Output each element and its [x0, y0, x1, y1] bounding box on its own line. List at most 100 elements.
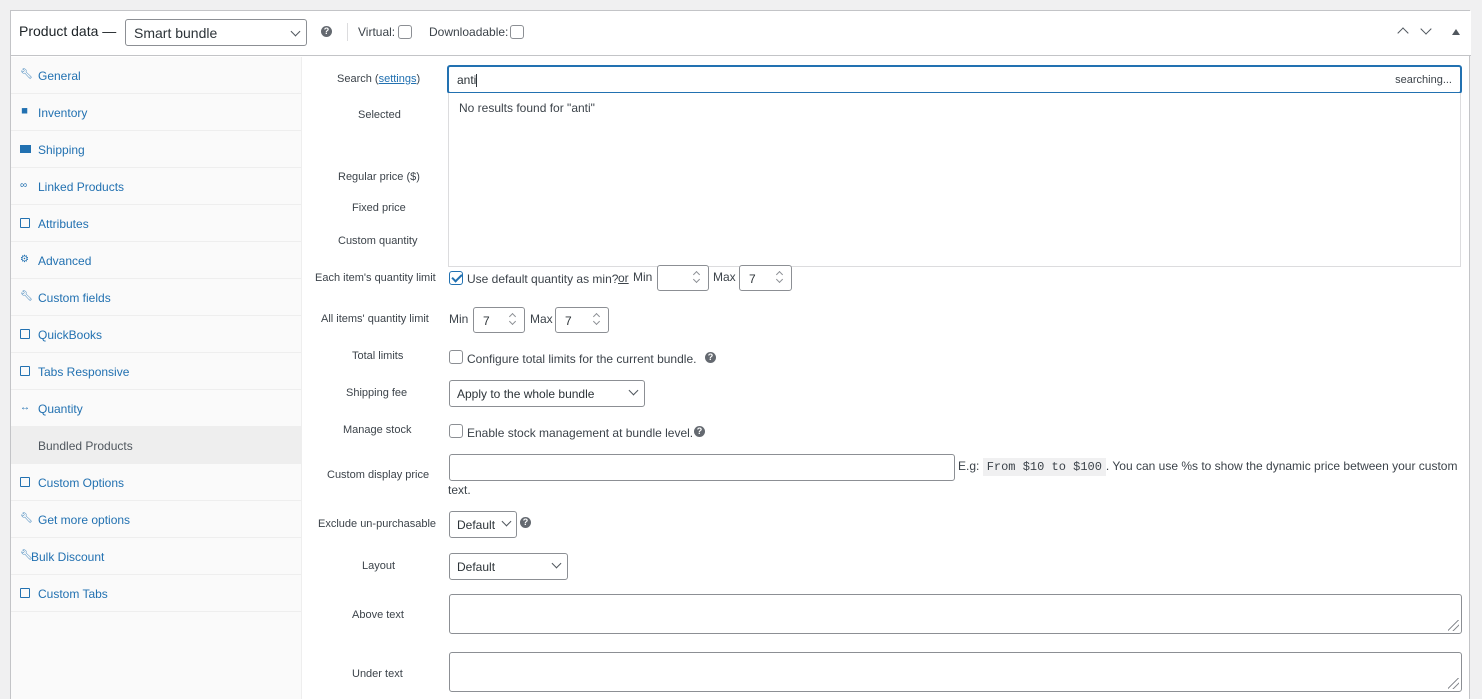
sidebar-item-bundled-products[interactable]: Bundled Products: [11, 427, 301, 464]
sidebar-item-label: QuickBooks: [38, 328, 103, 342]
selected-label: Selected: [358, 109, 401, 121]
total-limits-label: Total limits: [352, 350, 404, 362]
each-min-input[interactable]: [657, 265, 709, 291]
total-limits-checkbox[interactable]: [449, 350, 463, 364]
help-icon[interactable]: ?: [321, 26, 332, 37]
exclude-unpurchasable-label: Exclude un-purchasable: [318, 518, 437, 530]
list-icon: [20, 588, 30, 598]
max-label: Max: [713, 270, 736, 284]
settings-link[interactable]: settings: [379, 73, 417, 85]
search-value: anti: [457, 73, 477, 87]
sidebar-item-custom-fields[interactable]: 🔧︎ Custom fields: [11, 279, 301, 316]
each-max-input[interactable]: 7: [739, 265, 792, 291]
above-text-textarea[interactable]: [449, 594, 1462, 634]
tag-icon: ◆: [17, 104, 32, 118]
max-label: Max: [530, 312, 553, 326]
sidebar-item-label: Bundled Products: [38, 439, 133, 453]
downloadable-checkbox[interactable]: [510, 25, 524, 39]
or-link[interactable]: or: [618, 271, 629, 285]
sidebar-item-advanced[interactable]: ⚙ Advanced: [11, 242, 301, 279]
sidebar-item-label: Custom Options: [38, 476, 125, 490]
under-text-textarea[interactable]: [449, 652, 1462, 692]
sidebar-item-label: Custom fields: [38, 291, 111, 305]
resize-handle-icon[interactable]: [1448, 620, 1459, 631]
sidebar-item-label: Custom Tabs: [38, 587, 108, 601]
example-text-cont: text.: [448, 483, 471, 497]
help-icon[interactable]: ?: [520, 517, 531, 528]
sidebar-item-custom-tabs[interactable]: Custom Tabs: [11, 575, 301, 612]
sidebar-item-label: Linked Products: [38, 180, 125, 194]
custom-display-price-input[interactable]: [449, 454, 955, 481]
list-icon: [20, 366, 30, 376]
arrows-icon: ↔: [20, 402, 30, 413]
virtual-checkbox[interactable]: [398, 25, 412, 39]
sidebar-item-shipping[interactable]: Shipping: [11, 131, 301, 168]
sidebar-item-quantity[interactable]: ↔ Quantity: [11, 390, 301, 427]
book-icon: [20, 329, 30, 339]
virtual-label: Virtual:: [358, 25, 396, 39]
custom-display-price-label: Custom display price: [327, 469, 430, 481]
all-items-limit-label: All items' quantity limit: [321, 313, 429, 325]
gear-icon: ⚙: [20, 254, 29, 265]
move-up-icon[interactable]: [1397, 27, 1409, 39]
truck-icon: [20, 145, 31, 153]
wrench-icon: 🔧︎: [20, 513, 33, 524]
sidebar-item-attributes[interactable]: Attributes: [11, 205, 301, 242]
manage-stock-checkbox[interactable]: [449, 424, 463, 438]
manage-stock-text: Enable stock management at bundle level.: [467, 426, 694, 440]
min-label: Min: [449, 312, 469, 326]
custom-quantity-label: Custom quantity: [338, 235, 418, 247]
use-default-checkbox[interactable]: [449, 271, 463, 285]
sidebar-item-quickbooks[interactable]: QuickBooks: [11, 316, 301, 353]
chevron-down-icon: [290, 26, 301, 37]
sidebar-item-label: General: [38, 69, 81, 83]
wrench-icon: 🔧︎: [20, 69, 33, 80]
resize-handle-icon[interactable]: [1448, 678, 1459, 689]
all-max-input[interactable]: 7: [555, 307, 609, 333]
list-icon: [20, 477, 30, 487]
example-text: E.g: From $10 to $100. You can use %s to…: [958, 458, 1458, 476]
fixed-price-label: Fixed price: [352, 202, 406, 214]
sidebar-item-label: Quantity: [38, 402, 83, 416]
product-type-value: Smart bundle: [134, 25, 218, 41]
search-input[interactable]: anti searching...: [448, 66, 1461, 93]
product-data-panel: Product data — Smart bundle ? Virtual: D…: [10, 10, 1471, 699]
layout-label: Layout: [362, 560, 396, 572]
searching-status: searching...: [1395, 74, 1452, 86]
regular-price-label: Regular price ($): [338, 171, 420, 183]
chevron-down-icon: [628, 385, 639, 396]
under-text-label: Under text: [352, 668, 403, 680]
shipping-fee-select[interactable]: Apply to the whole bundle: [449, 380, 645, 407]
layout-select[interactable]: Default: [449, 553, 568, 580]
sidebar-item-label: Attributes: [38, 217, 89, 231]
stepper-icon[interactable]: [508, 313, 519, 326]
product-data-tabs: 🔧︎ General ◆ Inventory Shipping ∞ Linked…: [11, 57, 302, 699]
sidebar-item-general[interactable]: 🔧︎ General: [11, 57, 301, 94]
product-type-select[interactable]: Smart bundle: [125, 19, 307, 46]
sidebar-item-label: Advanced: [38, 254, 92, 268]
sidebar-item-bulk-discount[interactable]: 🔧︎ Bulk Discount: [11, 538, 301, 575]
product-data-title: Product data —: [19, 23, 117, 39]
sidebar-item-custom-options[interactable]: Custom Options: [11, 464, 301, 501]
exclude-unpurchasable-select[interactable]: Default: [449, 511, 517, 538]
move-down-icon[interactable]: [1420, 23, 1432, 35]
stepper-icon[interactable]: [692, 271, 703, 284]
sidebar-item-tabs-responsive[interactable]: Tabs Responsive: [11, 353, 301, 390]
sidebar-item-inventory[interactable]: ◆ Inventory: [11, 94, 301, 131]
above-text-label: Above text: [352, 609, 404, 621]
divider: [347, 23, 348, 41]
sidebar-item-linked-products[interactable]: ∞ Linked Products: [11, 168, 301, 205]
sidebar-item-label: Tabs Responsive: [38, 365, 130, 379]
sidebar-item-get-more-options[interactable]: 🔧︎ Get more options: [11, 501, 301, 538]
help-icon[interactable]: ?: [705, 352, 716, 363]
chevron-down-icon: [551, 558, 562, 569]
search-results: No results found for "anti": [448, 93, 1461, 267]
collapse-toggle-icon[interactable]: [1452, 29, 1460, 35]
stepper-icon[interactable]: [592, 313, 603, 326]
help-icon[interactable]: ?: [694, 426, 705, 437]
manage-stock-label: Manage stock: [343, 424, 412, 436]
stepper-icon[interactable]: [775, 271, 786, 284]
all-min-input[interactable]: 7: [473, 307, 525, 333]
search-label: Search (settings): [337, 73, 421, 85]
min-label: Min: [633, 270, 653, 284]
